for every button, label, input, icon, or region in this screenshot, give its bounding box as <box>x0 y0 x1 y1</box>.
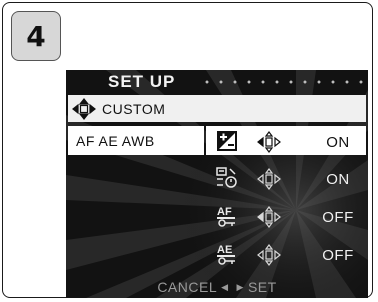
ae-lock-icon: AE <box>217 244 235 265</box>
custom-menu-label: CUSTOM <box>102 100 166 117</box>
exposure-compensation-icon <box>217 131 237 151</box>
four-way-arrow-icon <box>72 97 96 120</box>
option-value[interactable]: OFF <box>318 247 358 264</box>
af-lock-icon: AF <box>217 206 235 227</box>
left-right-arrow-icon[interactable] <box>256 243 282 267</box>
bottom-hint-bar: CANCEL ◀ ▶ SET <box>66 278 368 296</box>
option-value[interactable]: ON <box>318 171 358 188</box>
custom-menu-row[interactable]: CUSTOM <box>68 95 366 122</box>
step-number-badge: 4 <box>11 11 61 61</box>
option-value[interactable]: ON <box>318 134 358 151</box>
af-ae-awb-tab[interactable]: AF AE AWB <box>68 126 204 155</box>
camera-lcd-screen: SET UP CUSTOM AF AE AWB ON ON AF OFF AE … <box>66 70 368 298</box>
svg-text:AF: AF <box>217 206 232 218</box>
tab-label: AF AE AWB <box>76 132 155 149</box>
title-dotted-line <box>200 80 366 84</box>
left-triangle-icon: ◀ <box>221 281 229 292</box>
svg-text:AE: AE <box>217 244 232 256</box>
set-label[interactable]: SET <box>248 279 277 295</box>
option-value[interactable]: OFF <box>318 209 358 226</box>
white-balance-icon <box>216 167 237 188</box>
right-triangle-icon: ▶ <box>236 281 244 292</box>
left-right-arrow-icon[interactable] <box>256 205 282 229</box>
cancel-label[interactable]: CANCEL <box>157 279 217 295</box>
menu-title: SET UP <box>108 72 176 91</box>
left-right-arrow-icon[interactable] <box>256 167 282 191</box>
left-right-arrow-icon[interactable] <box>256 130 282 154</box>
